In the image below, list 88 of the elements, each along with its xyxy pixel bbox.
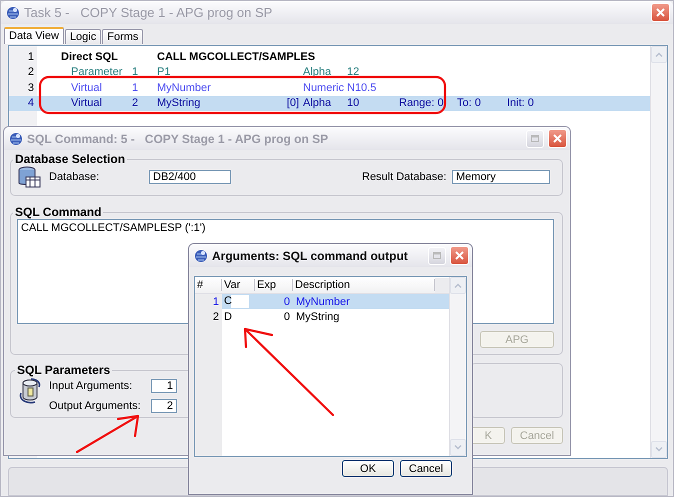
variable-size: N10.5 — [347, 82, 378, 94]
table-cell-text: 0 — [282, 296, 291, 308]
chevron-down-icon — [655, 447, 663, 452]
variable-attribute: Alpha — [302, 66, 332, 78]
button: Cancel — [511, 427, 563, 444]
app-icon — [6, 4, 20, 20]
table-cell-text: 0 — [282, 310, 291, 322]
parameters-icon — [19, 377, 41, 405]
list-row[interactable]: 3 Virtual 1 MyNumber Numeric N10.5 — [9, 80, 650, 96]
group-heading: Database Selection — [14, 152, 126, 166]
database-icon — [17, 166, 41, 188]
table-cell-text: D — [223, 310, 233, 322]
list-row[interactable]: 1 Direct SQL CALL MGCOLLECT/SAMPLES — [9, 49, 650, 64]
list-row[interactable]: 2 Parameter 1 P1 Alpha 12 — [9, 64, 650, 80]
variable-name: P1 — [157, 66, 172, 78]
scroll-down-button[interactable] — [450, 439, 466, 456]
line-number: 3 — [26, 82, 35, 94]
tab[interactable]: Forms — [102, 29, 144, 44]
variable-size: 12 — [347, 66, 360, 78]
close-icon — [455, 251, 464, 260]
field-label: Database: — [49, 171, 100, 183]
line-number: 1 — [26, 50, 35, 63]
var-edit-field[interactable]: C — [222, 295, 249, 308]
variable-name: MyNumber — [157, 82, 212, 94]
range-value: Range: 0 — [399, 97, 445, 110]
operation-detail: CALL MGCOLLECT/SAMPLES — [157, 50, 316, 63]
row-number: 1 — [212, 296, 220, 308]
variable-index: 1 — [132, 82, 140, 94]
variable-index: 1 — [132, 66, 140, 78]
close-icon — [656, 8, 665, 17]
variable-type: Virtual — [70, 82, 103, 94]
tab[interactable]: Logic — [64, 29, 102, 44]
window-icon — [433, 252, 441, 259]
init-value: Init: 0 — [507, 97, 535, 110]
chevron-up-icon — [655, 52, 663, 57]
button[interactable]: OK — [342, 460, 394, 477]
selected-row[interactable]: 4 Virtual 2 MyString [0] Alpha 10 Range: 0 To: 0 Init: 0 — [9, 96, 650, 111]
column-header[interactable]: Var — [222, 279, 255, 291]
button: APG — [480, 331, 554, 348]
window-title: Arguments: SQL command output — [212, 248, 408, 262]
variable-name: MyString — [157, 97, 202, 110]
field-label: Result Database: — [362, 171, 448, 183]
close-button[interactable] — [450, 246, 469, 265]
tab[interactable]: Data View — [4, 27, 64, 44]
scrollbar[interactable] — [650, 46, 667, 458]
restore-button[interactable] — [428, 246, 446, 264]
operation-name: Direct SQL — [61, 50, 119, 63]
window-title: SQL Command: 5 - COPY Stage 1 - APG prog on SP — [27, 132, 328, 146]
variable-size: 10 — [347, 97, 360, 110]
scrollbar[interactable] — [449, 277, 466, 456]
chevron-down-icon — [454, 445, 462, 450]
group-heading: SQL Command — [14, 205, 102, 219]
scroll-up-button[interactable] — [651, 46, 667, 63]
field-label: Input Arguments: — [49, 380, 134, 392]
variable-dimension: [0] — [286, 97, 299, 110]
input-arguments-field[interactable]: 1 — [151, 379, 177, 393]
line-number: 4 — [26, 97, 35, 110]
variable-attribute: Numeric — [302, 82, 345, 94]
restore-button[interactable] — [526, 130, 544, 148]
close-button[interactable] — [548, 129, 567, 148]
button[interactable]: Cancel — [400, 460, 452, 477]
table-cell-text: MyString — [295, 310, 340, 322]
to-value: To: 0 — [457, 97, 482, 110]
variable-type: Virtual — [70, 97, 103, 110]
window-title: Task 5 - COPY Stage 1 - APG prog on SP — [24, 5, 272, 20]
line-number: 2 — [26, 66, 35, 78]
app-icon — [9, 130, 23, 146]
app-icon — [194, 248, 208, 264]
table-row[interactable]: 2 D 0 MyString — [195, 309, 449, 324]
scroll-up-button[interactable] — [450, 277, 466, 294]
table-cell-text: MyNumber — [295, 296, 351, 308]
row-number: 2 — [212, 310, 220, 322]
database-field[interactable]: DB2/400 — [149, 170, 231, 184]
chevron-up-icon — [454, 283, 462, 288]
close-icon — [553, 134, 562, 143]
scroll-down-button[interactable] — [651, 441, 667, 458]
annotation-arrow — [76, 414, 140, 454]
group-heading: SQL Parameters — [16, 363, 112, 377]
variable-type: Parameter — [70, 66, 124, 78]
variable-attribute: Alpha — [302, 97, 332, 110]
field-label: Output Arguments: — [49, 400, 142, 412]
column-header[interactable]: Exp — [255, 279, 293, 291]
output-arguments-field[interactable]: 2 — [151, 399, 177, 413]
result-database-field[interactable]: Memory — [452, 170, 550, 184]
column-header[interactable]: # — [195, 279, 222, 291]
close-button[interactable] — [651, 3, 670, 22]
window-icon — [531, 135, 539, 142]
variable-index: 2 — [132, 97, 140, 110]
